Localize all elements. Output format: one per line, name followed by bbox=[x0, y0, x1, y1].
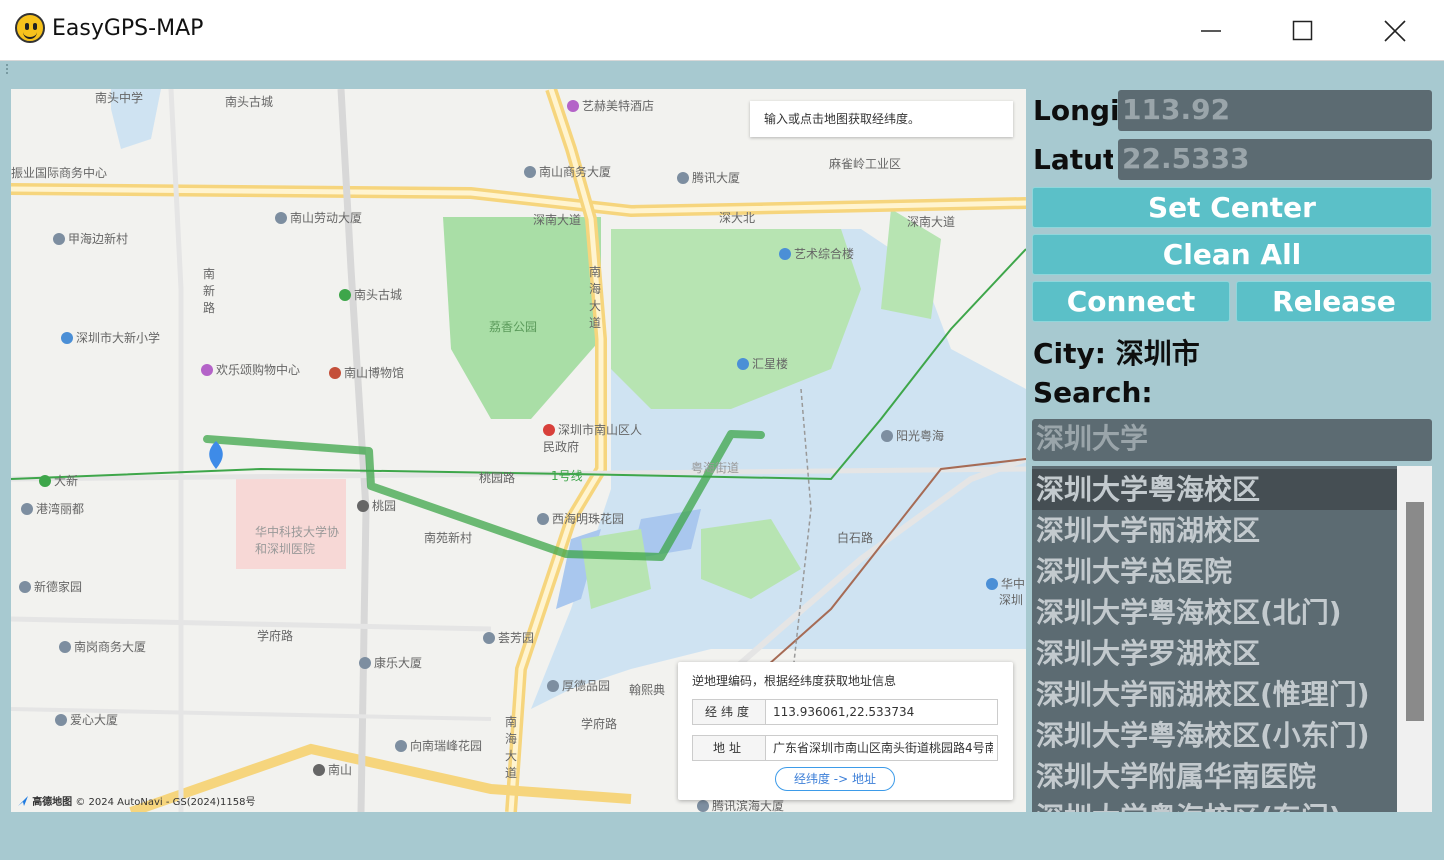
maximize-icon bbox=[1292, 20, 1313, 41]
title-bar: EasyGPS-MAP bbox=[0, 0, 1444, 61]
map-label: 南新路 bbox=[203, 267, 216, 315]
set-center-button[interactable]: Set Center bbox=[1032, 187, 1432, 228]
reverse-geocode-title: 逆地理编码，根据经纬度获取地址信息 bbox=[692, 674, 897, 688]
map-label: 阳光粤海 bbox=[881, 427, 944, 444]
release-button[interactable]: Release bbox=[1236, 281, 1432, 322]
clean-all-button[interactable]: Clean All bbox=[1032, 234, 1432, 275]
map-label: 桃园路 bbox=[479, 471, 516, 485]
map-label: 深圳市大新小学 bbox=[61, 329, 160, 346]
close-button[interactable] bbox=[1348, 0, 1440, 60]
map-label: 艺赫美特酒店 bbox=[567, 97, 654, 114]
window-title: EasyGPS-MAP bbox=[52, 16, 204, 41]
list-item[interactable]: 深圳大学总医院 bbox=[1032, 551, 1397, 592]
connect-button[interactable]: Connect bbox=[1032, 281, 1230, 322]
map-label: 汇星楼 bbox=[737, 355, 788, 372]
map-label: 新德家园 bbox=[19, 578, 82, 595]
map-label: 桃园 bbox=[357, 497, 396, 514]
map-label: 南山博物馆 bbox=[329, 364, 404, 381]
map-label: 深南大道 bbox=[907, 215, 956, 229]
copyright-text: © 2024 AutoNavi - GS(2024)1158号 bbox=[75, 797, 256, 808]
latlng-label: 经纬度 bbox=[693, 700, 766, 724]
map-label: 学府路 bbox=[581, 717, 618, 731]
map-label: 南头中学 bbox=[95, 91, 144, 105]
map-label: 向南瑞峰花园 bbox=[395, 737, 482, 754]
address-field[interactable]: 地址 广东省深圳市南山区南头街道桃园路4号南 bbox=[692, 735, 998, 761]
map-label: 华中 bbox=[986, 575, 1025, 592]
map-label: 深圳市南山区人民政府 bbox=[543, 423, 643, 454]
address-value[interactable]: 广东省深圳市南山区南头街道桃园路4号南 bbox=[773, 736, 993, 760]
amap-logo: 高德地图 bbox=[32, 797, 73, 808]
close-icon bbox=[1384, 20, 1406, 42]
map-copyright: 高德地图 © 2024 AutoNavi - GS(2024)1158号 bbox=[17, 793, 255, 808]
minimize-button[interactable] bbox=[1164, 0, 1256, 60]
map-label: 1号线 bbox=[551, 469, 583, 483]
list-item[interactable]: 深圳大学丽湖校区(惟理门) bbox=[1032, 674, 1397, 715]
map-label: 南山劳动大厦 bbox=[275, 209, 362, 226]
toolbar-grip-icon[interactable] bbox=[4, 62, 10, 76]
map-label: 华中科技大学协和深圳医院 bbox=[255, 525, 340, 556]
map-label: 艺术综合楼 bbox=[779, 245, 854, 262]
list-item[interactable]: 深圳大学粤海校区(北门) bbox=[1032, 592, 1397, 633]
map-label: 南岗商务大厦 bbox=[59, 638, 146, 655]
app-logo-icon bbox=[15, 13, 45, 43]
map-label: 西海明珠花园 bbox=[537, 510, 624, 527]
map-label: 麻雀岭工业区 bbox=[829, 157, 902, 171]
reverse-geocode-panel: 逆地理编码，根据经纬度获取地址信息 经纬度 113.936061,22.5337… bbox=[678, 662, 1013, 800]
map-label: 南海大道 bbox=[505, 715, 518, 780]
map-label: 南头古城 bbox=[225, 95, 274, 109]
latitude-label: Latutu bbox=[1033, 143, 1113, 176]
map-label: 南苑新村 bbox=[424, 531, 473, 545]
map-label: 甲海边新村 bbox=[53, 230, 128, 247]
map-label: 大新 bbox=[39, 472, 78, 489]
map-label: 厚德品园 bbox=[547, 677, 610, 694]
latlng-to-address-button[interactable]: 经纬度 -> 地址 bbox=[775, 767, 895, 791]
search-results-list[interactable]: 深圳大学粤海校区 深圳大学丽湖校区 深圳大学总医院 深圳大学粤海校区(北门) 深… bbox=[1032, 466, 1432, 812]
map-label: 学府路 bbox=[257, 629, 294, 643]
list-item[interactable]: 深圳大学附属华南医院 bbox=[1032, 756, 1397, 797]
map-label: 粤海街道 bbox=[691, 461, 740, 475]
map-label: 南山商务大厦 bbox=[524, 163, 611, 180]
map-label: 港湾丽都 bbox=[21, 500, 84, 517]
minimize-icon bbox=[1201, 30, 1221, 32]
list-item[interactable]: 深圳大学丽湖校区 bbox=[1032, 510, 1397, 551]
map-label: 荔香公园 bbox=[489, 320, 538, 334]
longitude-label: Longi bbox=[1033, 94, 1120, 127]
map-label: 欢乐颂购物中心 bbox=[201, 361, 300, 378]
map-label: 南海大道 bbox=[589, 265, 602, 330]
map-label: 荟芳园 bbox=[483, 629, 534, 646]
map-label: 康乐大厦 bbox=[359, 654, 422, 671]
map-label: 南头古城 bbox=[339, 286, 402, 303]
map-view[interactable]: 南头中学 南头古城 艺赫美特酒店 南山商务大厦 腾讯大厦 麻雀岭工业区 振业国际… bbox=[11, 89, 1026, 812]
map-hint-box: 输入或点击地图获取经纬度。 bbox=[750, 101, 1013, 137]
address-label: 地址 bbox=[693, 736, 766, 760]
map-label: 深圳 bbox=[999, 593, 1024, 607]
city-label: City: 深圳市 bbox=[1033, 337, 1200, 370]
list-item[interactable]: 深圳大学粤海校区(东门) bbox=[1032, 797, 1397, 812]
longitude-input[interactable]: 113.92 bbox=[1118, 90, 1432, 131]
latlng-field[interactable]: 经纬度 113.936061,22.533734 bbox=[692, 699, 998, 725]
map-label: 深南大道 bbox=[533, 213, 582, 227]
search-label: Search: bbox=[1033, 376, 1153, 409]
map-label: 白石路 bbox=[837, 531, 874, 545]
latitude-input[interactable]: 22.5333 bbox=[1118, 139, 1432, 180]
map-label: 深大北 bbox=[719, 211, 756, 225]
list-item[interactable]: 深圳大学罗湖校区 bbox=[1032, 633, 1397, 674]
map-label: 振业国际商务中心 bbox=[11, 166, 108, 180]
list-item[interactable]: 深圳大学粤海校区(小东门) bbox=[1032, 715, 1397, 756]
list-item[interactable]: 深圳大学粤海校区 bbox=[1032, 469, 1397, 510]
maximize-button[interactable] bbox=[1256, 0, 1348, 60]
search-input[interactable]: 深圳大学 bbox=[1032, 419, 1432, 461]
map-label: 腾讯大厦 bbox=[677, 169, 740, 186]
latlng-value[interactable]: 113.936061,22.533734 bbox=[773, 700, 993, 724]
map-label: 翰熙典 bbox=[629, 683, 666, 697]
results-scrollbar-thumb[interactable] bbox=[1406, 502, 1424, 721]
map-label: 南山 bbox=[313, 761, 352, 778]
map-label: 爱心大厦 bbox=[55, 711, 118, 728]
navigation-arrow-icon bbox=[18, 796, 28, 806]
